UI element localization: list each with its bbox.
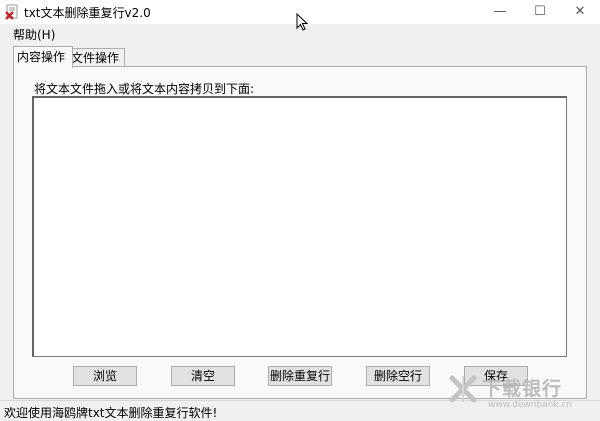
tab-panel: 将文本文件拖入或将文本内容拷贝到下面: 浏览 清空 删除重复行 删除空行 保存 <box>13 66 587 399</box>
minimize-button[interactable]: — <box>480 0 520 24</box>
content-textarea[interactable] <box>32 96 567 357</box>
drop-instruction-label: 将文本文件拖入或将文本内容拷贝到下面: <box>34 82 255 96</box>
watermark-url: www.downbank.cn <box>488 400 573 410</box>
tab-content-operations[interactable]: 内容操作 <box>13 46 73 68</box>
watermark: 下载银行 www.downbank.cn <box>448 372 598 416</box>
remove-blank-lines-button[interactable]: 删除空行 <box>366 366 430 386</box>
menu-help[interactable]: 帮助(H) <box>13 26 55 43</box>
watermark-logo-icon <box>449 375 477 403</box>
maximize-button[interactable]: ☐ <box>520 0 560 24</box>
status-message: 欢迎使用海鸥牌txt文本删除重复行软件! <box>4 406 218 420</box>
browse-button[interactable]: 浏览 <box>73 366 137 386</box>
clear-button[interactable]: 清空 <box>171 366 235 386</box>
remove-duplicates-button[interactable]: 删除重复行 <box>268 366 332 386</box>
mouse-cursor-icon <box>296 13 308 31</box>
app-icon <box>5 4 18 20</box>
close-button[interactable]: ✕ <box>560 0 600 24</box>
window-title: txt文本删除重复行v2.0 <box>24 6 151 20</box>
watermark-brand: 下载银行 <box>482 378 563 400</box>
tab-file-operations[interactable]: 文件操作 <box>67 48 125 67</box>
